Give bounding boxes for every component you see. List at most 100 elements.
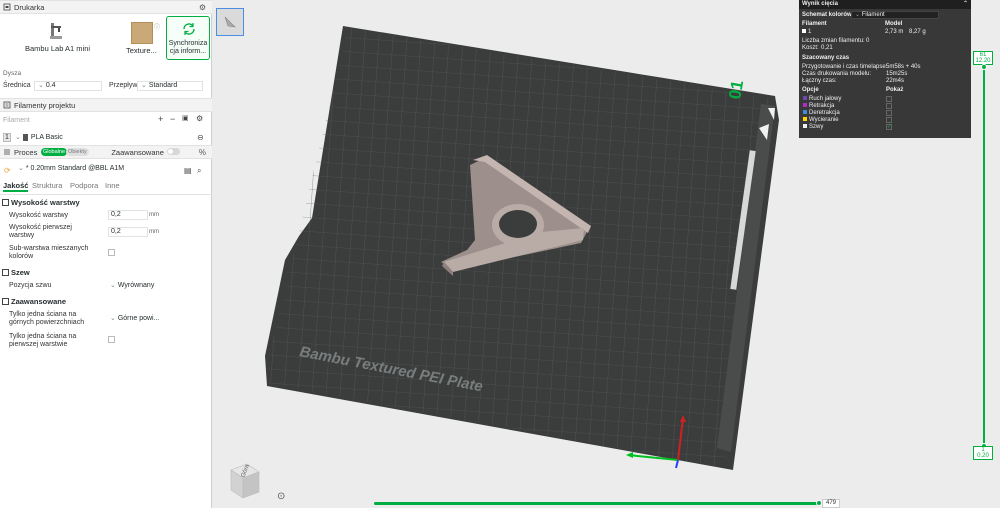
- seams-checkbox[interactable]: ✓: [886, 124, 892, 130]
- plate-type-thumbnail[interactable]: [131, 22, 153, 44]
- move-slider-track[interactable]: [374, 502, 820, 505]
- first-layer-unit: mm: [149, 229, 159, 235]
- cost-value: 0,21: [821, 45, 833, 51]
- printer-section-header[interactable]: Drukarka ⚙: [0, 0, 212, 14]
- filament-search-placeholder[interactable]: Filament: [3, 117, 30, 124]
- process-icon: [4, 149, 10, 155]
- tab-support[interactable]: Podpora: [70, 181, 98, 190]
- first-wall-checkbox[interactable]: [108, 336, 115, 343]
- filaments-section-title: Filamenty projektu: [14, 100, 76, 110]
- seam-position-select[interactable]: ⌄ Wyrównany: [108, 281, 160, 291]
- printer-section-title: Drukarka: [14, 2, 45, 12]
- sub-layer-checkbox[interactable]: [108, 249, 115, 256]
- retraction-checkbox[interactable]: [886, 103, 892, 109]
- filament-sync-icon[interactable]: ▣: [182, 114, 189, 122]
- layer-slider-bottom-label[interactable]: 1 0.20: [973, 446, 993, 460]
- first-wall-label-2: pierwszej warstwie: [9, 341, 68, 348]
- process-section-header[interactable]: Proces Zaawansowane %: [0, 145, 212, 159]
- layer-slider-track[interactable]: [983, 58, 985, 452]
- diameter-select[interactable]: ⌄ 0.4: [34, 81, 102, 91]
- filament-changes-value: 0: [866, 38, 870, 44]
- advanced-icon: [2, 298, 9, 305]
- tab-other[interactable]: Inne: [105, 181, 120, 190]
- travel-checkbox[interactable]: [886, 96, 892, 102]
- printer-model-icon[interactable]: [49, 22, 63, 40]
- first-layer-label-2: warstwy: [9, 232, 35, 239]
- seam-position-label: Pozycja szwu: [9, 282, 52, 289]
- info-icon[interactable]: ⓘ: [154, 22, 160, 31]
- sync-icon: [183, 23, 195, 35]
- filament-name: PLA Basic: [30, 133, 63, 141]
- total-time-label: Łączny czas:: [802, 78, 837, 84]
- filaments-section-header[interactable]: Filamenty projektu: [0, 98, 212, 112]
- prep-time-label: Przygotowanie i czas timelapse:: [802, 64, 888, 70]
- option-wipe-label: Wycieranie: [809, 117, 839, 123]
- seam-group-title: Szew: [11, 268, 30, 277]
- wipe-checkbox[interactable]: [886, 117, 892, 123]
- filament-settings-icon[interactable]: ⚙: [196, 114, 203, 123]
- options-header: Opcje: [802, 87, 819, 93]
- spool-icon: [22, 133, 28, 141]
- gear-icon[interactable]: ⚙: [199, 3, 206, 12]
- prep-time-value: 5m58s + 40s: [886, 64, 921, 70]
- zoom-fit-icon[interactable]: ⊙: [277, 491, 285, 502]
- advanced-group-title: Zaawansowane: [11, 297, 67, 306]
- model-time-value: 15m25s: [886, 71, 908, 77]
- layer-height-label: Wysokość warstwy: [9, 212, 69, 219]
- process-section-title: Proces: [14, 147, 38, 157]
- nozzle-section-label: Dysza: [3, 70, 22, 77]
- save-preset-icon[interactable]: ▤: [184, 166, 192, 175]
- show-header: Pokaż: [886, 87, 904, 93]
- filament-usage-index: 1: [808, 29, 812, 35]
- first-layer-input[interactable]: 0,2: [108, 227, 148, 237]
- diameter-label: Średnica: [3, 82, 31, 89]
- cost-label: Koszt:: [802, 45, 819, 51]
- filament-index: 1: [3, 132, 11, 142]
- retraction-swatch: [803, 103, 807, 108]
- tab-quality[interactable]: Jakość: [3, 181, 29, 192]
- view-cube[interactable]: Góra: [227, 462, 263, 502]
- process-preset-select[interactable]: ⌄ * 0.20mm Standard @BBL A1M: [15, 165, 175, 175]
- top-wall-select[interactable]: ⌄ Górne powi...: [108, 314, 160, 324]
- advanced-toggle[interactable]: [167, 148, 180, 155]
- object-pill[interactable]: Obiekty: [66, 148, 89, 156]
- plate-number: 01: [725, 79, 747, 101]
- layer-slider-top-label[interactable]: 61 12.20: [973, 51, 993, 65]
- seam-position-value: Wyrównany: [117, 282, 155, 289]
- flow-select[interactable]: ⌄ Standard: [137, 81, 203, 91]
- seam-group: Szew: [2, 268, 30, 277]
- sync-label-1: Synchroniza: [168, 40, 208, 47]
- layer-height-unit: mm: [149, 212, 159, 218]
- option-retraction: Retrakcja: [803, 103, 834, 109]
- filament-weight: 8,27 g: [909, 29, 926, 35]
- search-icon[interactable]: ⌕: [197, 166, 201, 176]
- printer-name[interactable]: Bambu Lab A1 mini: [25, 44, 90, 53]
- layer-slider-top-handle[interactable]: [981, 64, 987, 70]
- filament-usage-row: 1: [802, 29, 811, 35]
- filament-swatch: [802, 29, 806, 34]
- remove-filament-icon[interactable]: −: [170, 114, 175, 124]
- tab-structure[interactable]: Struktura: [32, 181, 62, 190]
- collapse-icon[interactable]: ⌃: [963, 0, 968, 9]
- first-wall-label-1: Tylko jedna ściana na: [9, 333, 77, 340]
- process-preset-name: * 0.20mm Standard @BBL A1M: [25, 165, 125, 172]
- color-scheme-select[interactable]: ⌄ Filament: [851, 11, 939, 19]
- filament-length: 2,73 m: [885, 29, 904, 35]
- total-time-value: 22m4s: [886, 78, 905, 84]
- plate-type-label[interactable]: Texture...: [126, 46, 157, 55]
- sub-layer-label-2: kolorów: [9, 253, 34, 260]
- first-layer-label-1: Wysokość pierwszej: [9, 224, 72, 231]
- model-col-header: Model: [885, 21, 903, 27]
- deretraction-checkbox[interactable]: [886, 110, 892, 116]
- filament-edit-icon[interactable]: ⊖: [197, 133, 204, 142]
- slice-result-header[interactable]: Wynik cięcia ⌃: [799, 0, 971, 9]
- sync-button[interactable]: Synchroniza cja inform...: [166, 16, 210, 60]
- percent-icon[interactable]: %: [199, 148, 206, 157]
- option-travel-label: Ruch jałowy: [809, 96, 842, 102]
- layer-height-input[interactable]: 0,2: [108, 210, 148, 220]
- filament-row[interactable]: 1 ⌄ PLA Basic ⊖: [0, 130, 212, 144]
- process-tabs: Jakość Struktura Podpora Inne: [0, 181, 212, 193]
- option-seams-label: Szwy: [809, 124, 824, 130]
- global-pill[interactable]: Globalne: [41, 148, 68, 156]
- add-filament-icon[interactable]: +: [158, 114, 163, 124]
